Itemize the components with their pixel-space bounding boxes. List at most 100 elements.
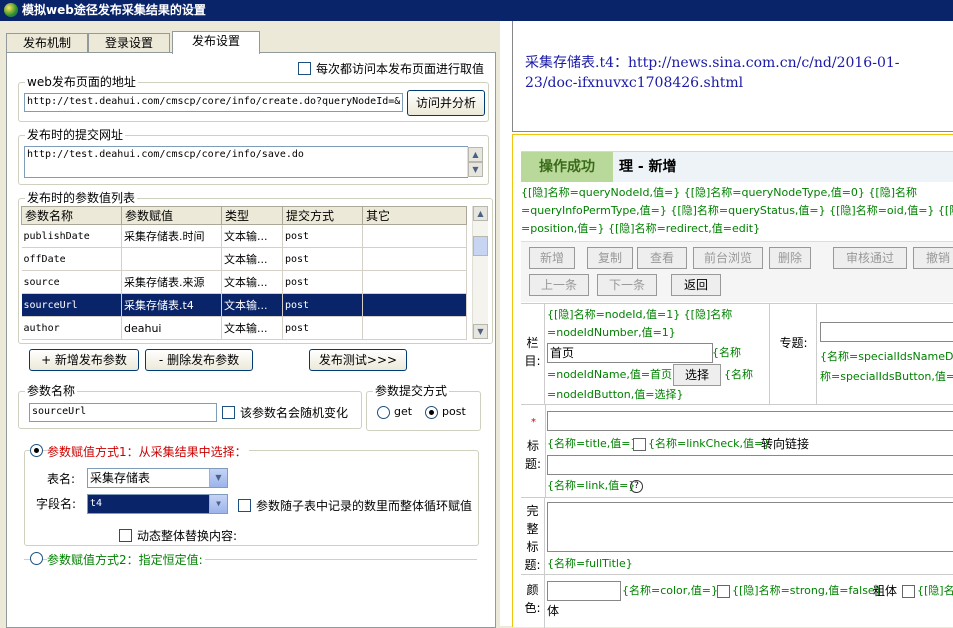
cell-name: author [21,316,122,340]
help-icon[interactable]: ? [630,480,643,493]
hidden-line: =queryInfoPermType,值=} {[隐]名称=queryStatu… [521,204,953,217]
collected-value-text: 采集存储表.t4：http://news.sina.com.cn/c/nd/20… [525,53,935,93]
fulltitle-textarea[interactable] [547,502,953,552]
copy-button[interactable]: 复制 [587,247,633,269]
loop-checkbox[interactable] [238,499,251,512]
table-row[interactable]: author deahui 文本输... post [21,316,467,340]
loop-label: 参数随子表中记录的数里而整体循环赋值 [256,499,473,513]
column-divider [769,304,770,404]
revoke-button[interactable]: 撤销 [913,247,953,269]
strong-checkbox[interactable] [717,585,730,598]
col-param-value[interactable]: 参数赋值 [121,206,222,225]
delete-param-button[interactable]: - 删除发布参数 [145,349,253,371]
more-tag: {[隐]名 [917,584,953,597]
table-row[interactable]: publishDate 采集存储表.时间 文本输... post [21,224,467,248]
prev-button[interactable]: 上一条 [529,274,589,296]
window-title: 模拟web途径发布采集结果的设置 [22,3,206,17]
tab-login-settings[interactable]: 登录设置 [88,33,170,53]
col-method[interactable]: 提交方式 [282,206,363,225]
frontend-view-button[interactable]: 前台浏览 [693,247,763,269]
col-type[interactable]: 类型 [221,206,283,225]
color-input[interactable] [547,581,621,601]
mode2-radio[interactable] [30,552,43,565]
approve-button[interactable]: 审核通过 [833,247,907,269]
submit-url-legend: 发布时的提交网址 [25,128,126,142]
tab-publish-settings[interactable]: 发布设置 [172,31,260,54]
link-check-checkbox[interactable] [633,438,646,451]
mode1-radio[interactable] [30,444,43,457]
link-input[interactable] [547,455,953,475]
column-input[interactable]: 首页 [547,343,713,363]
cell-type: 文本输... [221,293,283,317]
page-header: 操作成功 理 - 新增 [521,151,953,182]
field-name-value: t4 [90,498,103,509]
scroll-down-icon[interactable]: ▼ [473,324,488,339]
cell-value [121,247,222,271]
post-label: post [442,405,466,418]
random-name-checkbox[interactable] [222,406,235,419]
submit-url-scrollbar[interactable]: ▲ ▼ [467,147,483,177]
cell-type: 文本输... [221,247,283,271]
cell-name: publishDate [21,224,122,248]
cell-other [362,247,467,271]
column-label: 栏目: [521,304,545,404]
hidden-line: {[隐]名称=queryNodeId,值=} {[隐]名称=queryNodeT… [521,186,918,199]
page-url-input[interactable]: http://test.deahui.com/cmscp/core/info/c… [24,93,403,112]
dropdown-arrow-icon[interactable]: ▼ [209,495,227,513]
fulltitle-label: 完整标题: [521,498,545,574]
get-label: get [394,405,413,418]
view-button[interactable]: 查看 [637,247,687,269]
scroll-thumb[interactable] [473,236,488,256]
more-checkbox[interactable] [902,585,915,598]
color-label: 颜色: [521,575,545,628]
cell-other [362,224,467,248]
table-name-select[interactable]: 采集存储表 ▼ [87,468,228,488]
param-name-input[interactable]: sourceUrl [29,403,217,422]
scroll-up-icon[interactable]: ▲ [473,206,488,221]
table-name-value: 采集存储表 [90,471,151,485]
column-name-tag2: =nodeIdName,值=首页} [547,368,680,381]
dynamic-replace-label: 动态整体替换内容: [137,529,238,543]
tab-publish-mechanism[interactable]: 发布机制 [6,33,88,53]
cell-method: post [282,293,363,317]
back-button[interactable]: 返回 [671,274,721,296]
dynamic-replace-checkbox[interactable] [119,529,132,542]
dropdown-arrow-icon[interactable]: ▼ [209,469,227,487]
table-row[interactable]: source 采集存储表.来源 文本输... post [21,270,467,294]
publish-test-button[interactable]: 发布测试>>> [309,349,407,371]
topic-input[interactable] [820,322,953,342]
mode2-label: 参数赋值方式2：指定恒定值: [47,551,205,568]
strong-tag: {[隐]名称=strong,值=false} [732,584,882,597]
topic-tag1: {名称=specialIdsNameDisplay [820,350,953,363]
field-name-select[interactable]: t4 ▼ [87,494,228,514]
post-radio[interactable] [425,406,438,419]
table-row[interactable]: offDate 文本输... post [21,247,467,271]
scroll-down-icon[interactable]: ▼ [468,162,483,177]
web-page-frame: 操作成功 理 - 新增 {[隐]名称=queryNodeId,值=} {[隐]名… [512,134,953,628]
select-column-button[interactable]: 选择 [673,364,721,386]
params-scrollbar[interactable]: ▲ ▼ [472,206,488,339]
link-tag: {名称=link,值=} [547,479,636,492]
params-table: 参数名称 参数赋值 类型 提交方式 其它 publishDate 采集存储表.时… [21,206,467,340]
title-label: 标题: [524,439,542,471]
cell-value: 采集存储表.时间 [121,224,222,248]
cell-other [362,316,467,340]
fulltitle-tag: {名称=fullTitle} [547,557,633,570]
column-hidden-line2: =nodeIdNumber,值=1} [547,326,676,339]
col-param-name[interactable]: 参数名称 [21,206,122,225]
hidden-fields: {[隐]名称=queryNodeId,值=} {[隐]名称=queryNodeT… [521,184,953,238]
submit-url-input[interactable]: http://test.deahui.com/cmscp/core/info/s… [24,146,468,178]
table-row-selected[interactable]: sourceUrl 采集存储表.t4 文本输... post [21,293,467,317]
get-radio[interactable] [377,406,390,419]
delete-button[interactable]: 删除 [769,247,811,269]
add-param-button[interactable]: + 新增发布参数 [29,349,139,371]
col-other[interactable]: 其它 [362,206,467,225]
title-input[interactable] [547,411,953,431]
mode1-label: 参数赋值方式1：从采集结果中选择： [47,443,249,460]
title-label-cell: * 标题: [521,405,546,497]
scroll-up-icon[interactable]: ▲ [468,147,483,162]
next-button[interactable]: 下一条 [597,274,657,296]
new-button[interactable]: 新增 [529,247,575,269]
revisit-checkbox[interactable] [298,62,311,75]
visit-analyze-button[interactable]: 访问并分析 [407,90,485,116]
